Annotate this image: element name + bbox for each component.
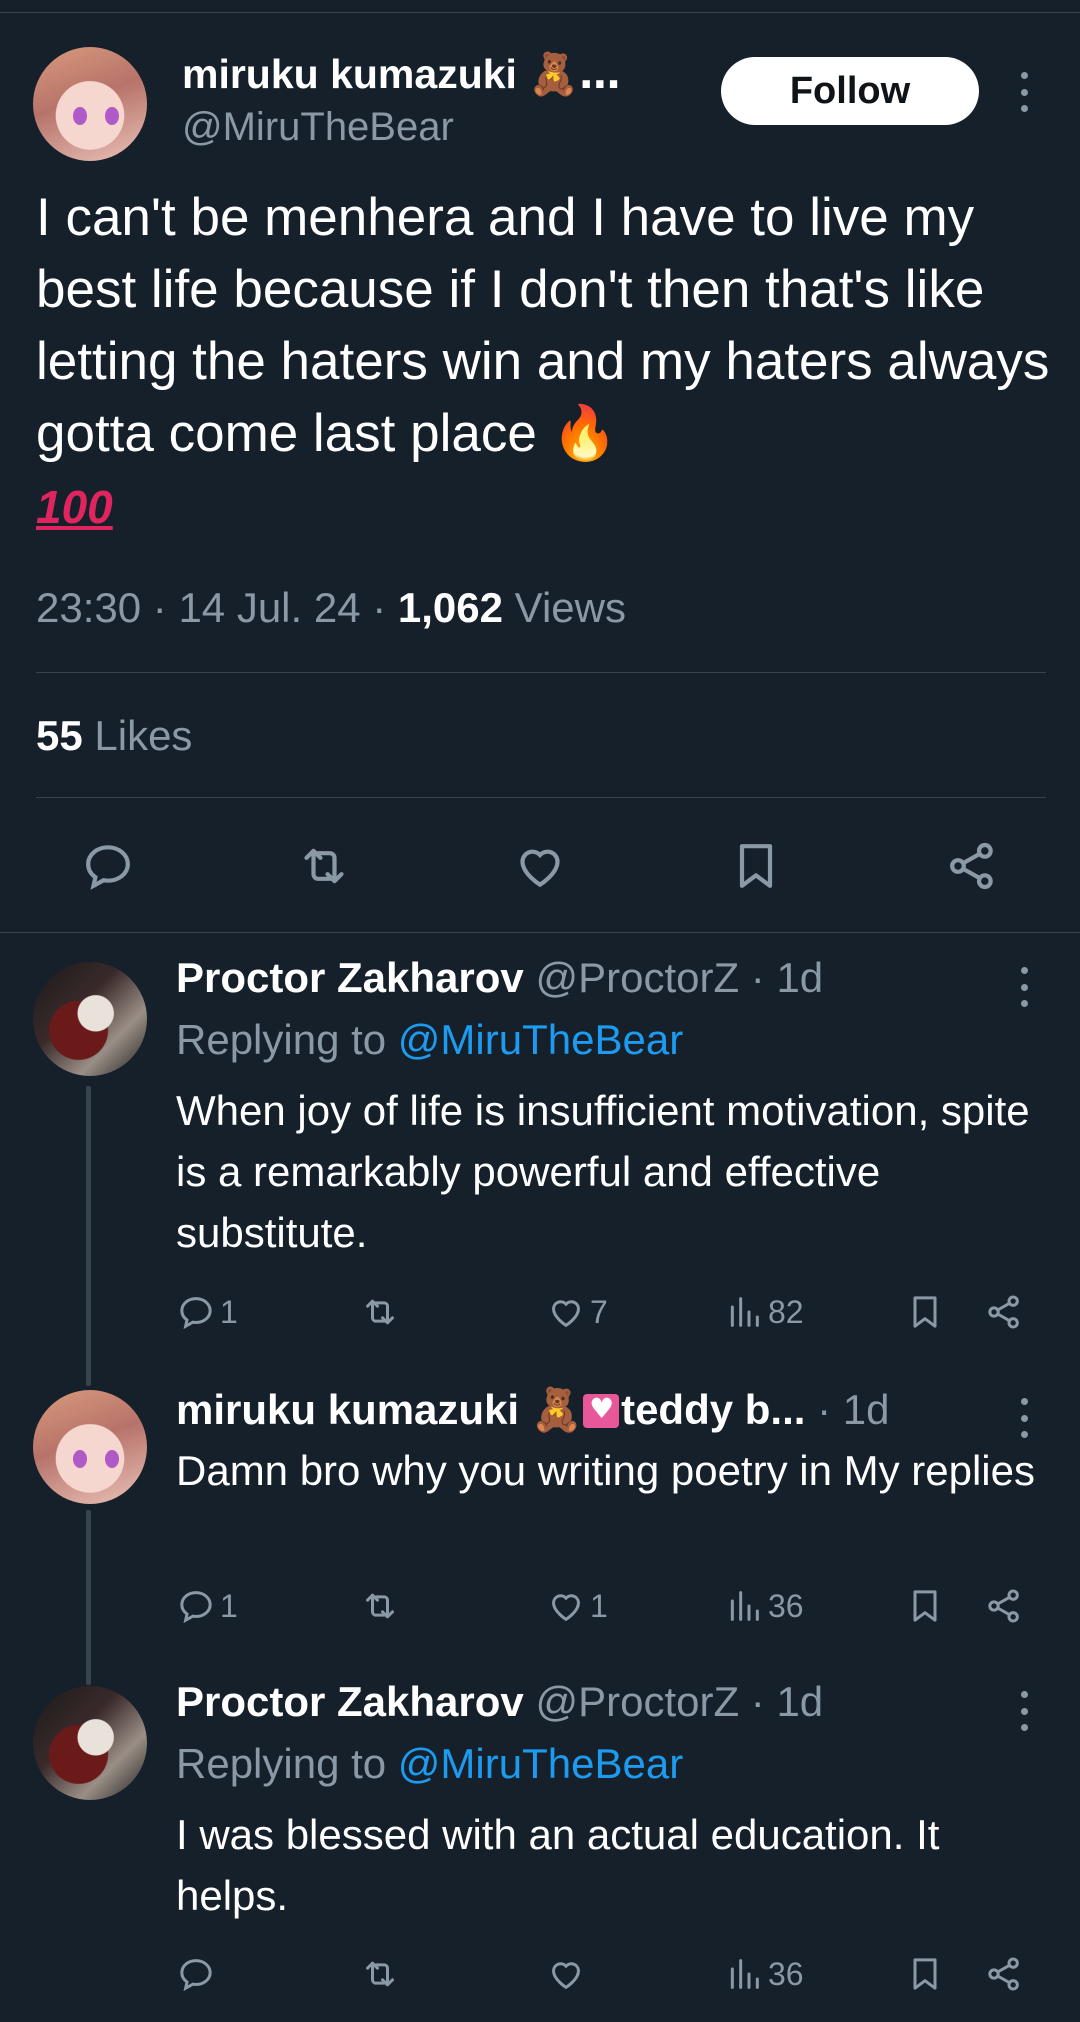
author-name[interactable]: miruku kumazuki 🧸… [182, 50, 620, 99]
like-icon[interactable] [510, 836, 570, 896]
tweet-text: I can't be menhera and I have to live my… [36, 188, 1050, 533]
reply-icon[interactable] [176, 1952, 220, 1996]
thread-line [86, 1086, 91, 1386]
bookmark-icon[interactable] [905, 1584, 949, 1628]
teddy-bear-icon: 🧸… [528, 50, 621, 98]
retweet-icon[interactable] [360, 1290, 404, 1334]
views-icon[interactable]: 82 [724, 1290, 804, 1334]
more-options-icon[interactable] [1018, 967, 1030, 1007]
replying-to: Replying to @MiruTheBear [176, 1016, 684, 1063]
teddy-bear-icon: 🧸 [530, 1385, 584, 1434]
reply-author[interactable]: Proctor Zakharov @ProctorZ · 1d [176, 1678, 823, 1726]
retweet-icon[interactable] [360, 1952, 404, 1996]
more-options-icon[interactable] [1018, 72, 1030, 112]
reply-icon[interactable]: 1 [176, 1584, 238, 1628]
share-icon[interactable] [984, 1290, 1028, 1334]
views-icon[interactable]: 36 [724, 1952, 804, 1996]
heart-letter-icon [583, 1392, 620, 1428]
section-divider [0, 932, 1080, 933]
divider [36, 672, 1046, 673]
bookmark-icon[interactable] [726, 836, 786, 896]
like-icon[interactable]: 7 [546, 1290, 608, 1334]
reply-text: Damn bro why you writing poetry in My re… [176, 1447, 1035, 1494]
like-icon[interactable]: 1 [546, 1584, 608, 1628]
follow-button[interactable]: Follow [721, 57, 979, 125]
more-options-icon[interactable] [1018, 1691, 1030, 1731]
retweet-icon[interactable] [294, 836, 354, 896]
reply-author[interactable]: Proctor Zakharov @ProctorZ · 1d [176, 954, 823, 1002]
reply-author[interactable]: miruku kumazuki 🧸teddy b... · 1d [176, 1385, 889, 1435]
share-icon[interactable] [942, 836, 1002, 896]
avatar[interactable] [33, 1390, 147, 1504]
avatar[interactable] [33, 962, 147, 1076]
like-icon[interactable] [546, 1952, 590, 1996]
replying-to: Replying to @MiruTheBear [176, 1740, 684, 1787]
views-count: 1,062 [397, 584, 504, 631]
avatar[interactable] [33, 1686, 147, 1800]
fire-icon: 🔥 [551, 403, 618, 464]
share-icon[interactable] [984, 1584, 1028, 1628]
mention-link[interactable]: @MiruTheBear [398, 1016, 683, 1063]
views-icon[interactable]: 36 [724, 1584, 804, 1628]
bookmark-icon[interactable] [905, 1952, 949, 1996]
reply-icon[interactable]: 1 [176, 1290, 238, 1334]
hundred-points-icon: 100 [36, 481, 113, 533]
reply-icon[interactable] [78, 836, 138, 896]
more-options-icon[interactable] [1018, 1398, 1030, 1438]
divider [36, 797, 1046, 798]
retweet-icon[interactable] [360, 1584, 404, 1628]
reply-text: I was blessed with an actual education. … [176, 1811, 940, 1919]
avatar[interactable] [33, 47, 147, 161]
share-icon[interactable] [984, 1952, 1028, 1996]
author-handle[interactable]: @MiruTheBear [182, 105, 454, 150]
likes-stat[interactable]: 55 Likes [36, 712, 192, 760]
thread-line [86, 1510, 91, 1685]
mention-link[interactable]: @MiruTheBear [398, 1740, 683, 1787]
tweet-meta: 23:30 · 14 Jul. 24 · 1,062 Views [36, 584, 626, 631]
reply-text: When joy of life is insufficient motivat… [176, 1087, 1030, 1256]
bookmark-icon[interactable] [905, 1290, 949, 1334]
top-divider [0, 12, 1080, 13]
